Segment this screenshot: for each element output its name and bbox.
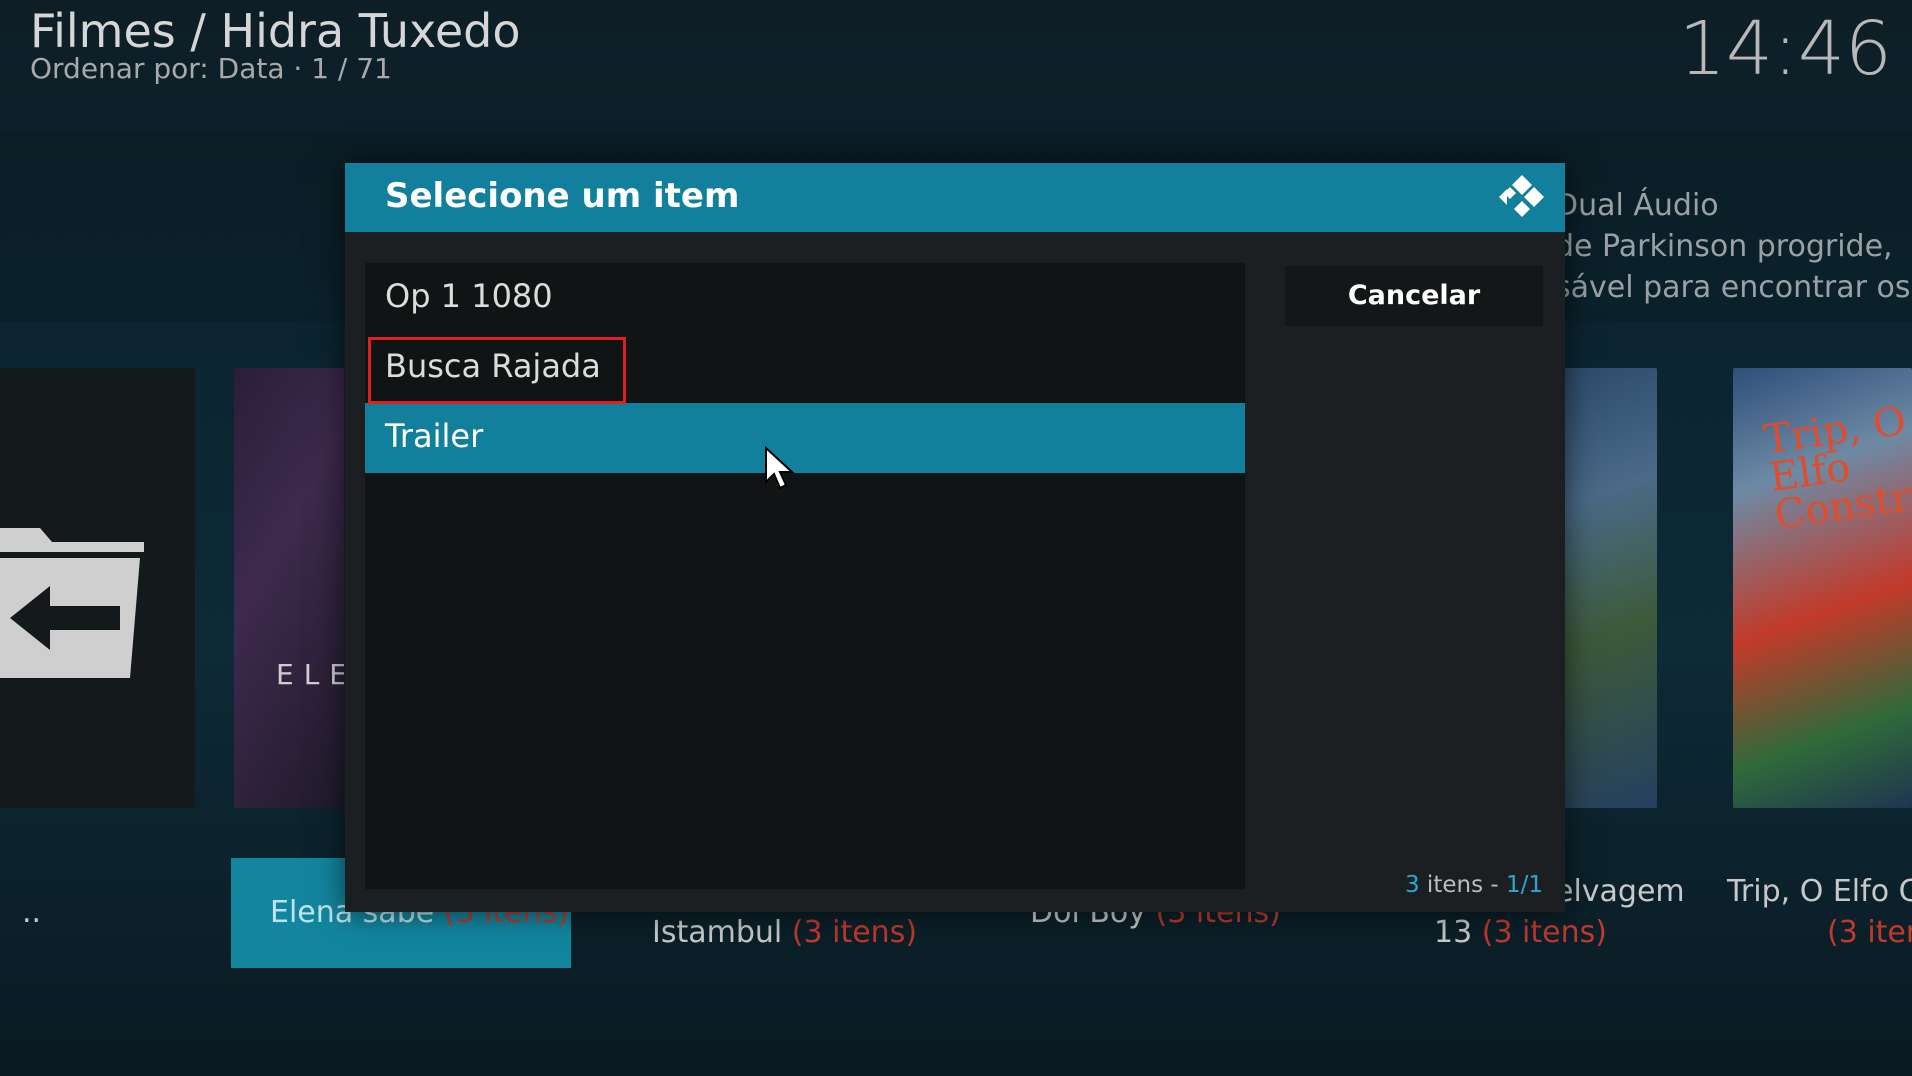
poster-elena[interactable]: ELE (234, 368, 344, 808)
clock: 14:46 (1678, 6, 1892, 92)
list-item-label: Busca Rajada (385, 347, 601, 385)
label-istambul[interactable]: Istambul (3 itens) (652, 915, 917, 950)
label-title: 13 (1434, 915, 1473, 950)
sort-info: Ordenar por: Data · 1 / 71 (30, 52, 392, 85)
pager-text: itens - (1419, 872, 1506, 898)
pager-page: 1/1 (1505, 872, 1543, 898)
bg-info-line: de Parkinson progride, (1555, 229, 1893, 264)
label-selvagem-count[interactable]: 13 (3 itens) (1434, 915, 1607, 950)
label-count: (3 iten (1827, 915, 1912, 950)
dialog-title: Selecione um item (385, 176, 740, 216)
label-parent[interactable]: .. (22, 895, 41, 930)
label-title: Istambul (652, 915, 783, 950)
item-list: Op 1 1080 Busca Rajada Trailer (365, 263, 1245, 889)
parent-folder-tile[interactable] (0, 368, 195, 808)
mouse-pointer-icon (765, 446, 795, 490)
label-count: (3 itens) (791, 915, 918, 950)
folder-back-icon (0, 528, 144, 678)
kodi-logo-icon (1499, 175, 1544, 217)
list-item-label: Op 1 1080 (385, 277, 553, 315)
label-trip-count[interactable]: (3 iten (1827, 915, 1912, 950)
pager-count: 3 (1404, 872, 1420, 898)
cancel-button[interactable]: Cancelar (1285, 266, 1543, 326)
list-item[interactable]: Op 1 1080 (365, 263, 1245, 333)
poster-trip[interactable]: Trip, O Elfo Constru (1733, 368, 1912, 808)
label-count: (3 itens) (1481, 915, 1607, 950)
label-selvagem[interactable]: elvagem (1555, 874, 1685, 909)
poster-title-text: Trip, O Elfo Constru (1761, 398, 1912, 539)
list-item[interactable]: Busca Rajada (365, 333, 1245, 403)
page-title: Filmes / Hidra Tuxedo (30, 4, 521, 58)
select-dialog: Selecione um item Op 1 1080 Busca Rajada… (345, 163, 1565, 912)
pager-info: 3 itens - 1/1 (1405, 872, 1543, 898)
poster-selvagem[interactable] (1550, 368, 1657, 808)
dialog-header: Selecione um item (345, 163, 1565, 232)
list-item-label: Trailer (385, 417, 484, 455)
bg-info-line: Dual Áudio (1555, 188, 1719, 223)
poster-title-text: ELE (276, 658, 344, 691)
bg-info-line: sável para encontrar os (1555, 270, 1911, 305)
list-item-focused[interactable]: Trailer (365, 403, 1245, 473)
label-trip[interactable]: Trip, O Elfo Co (1727, 874, 1912, 909)
